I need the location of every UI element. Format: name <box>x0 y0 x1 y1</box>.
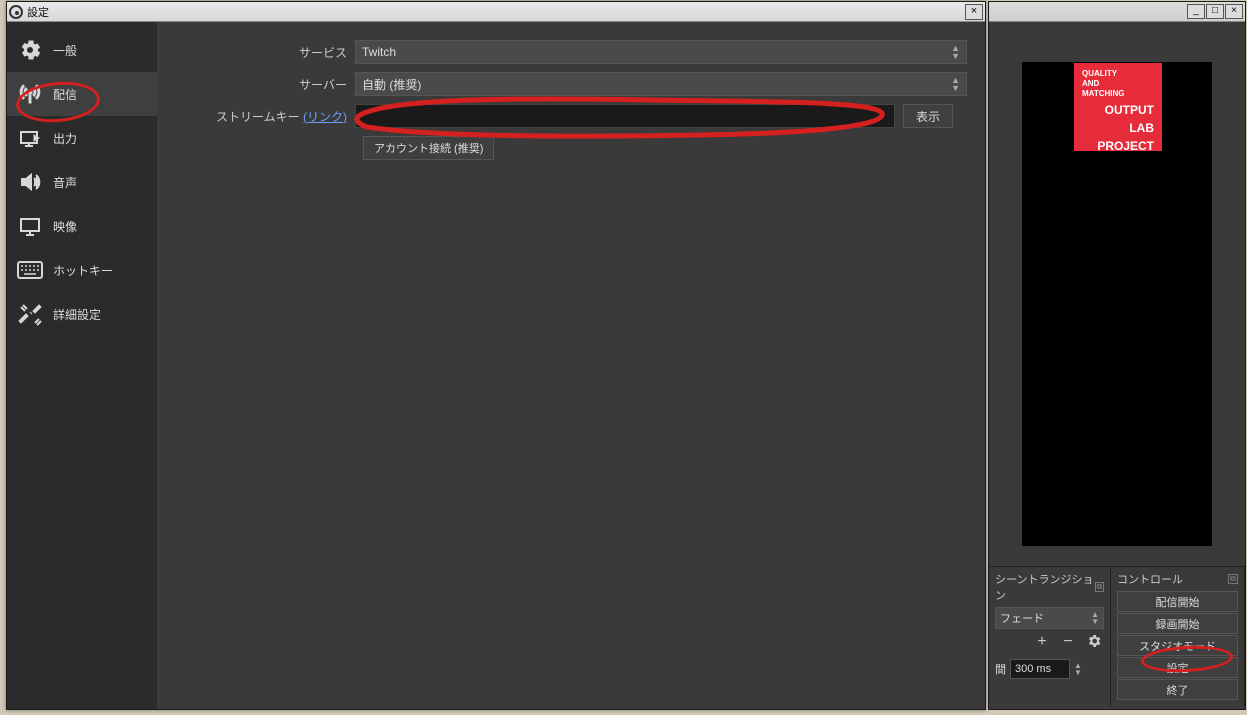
updown-icon: ▲▼ <box>1091 611 1099 625</box>
output-icon <box>17 125 43 151</box>
sidebar-item-label: 音声 <box>53 174 77 191</box>
sidebar-item-output[interactable]: 出力 <box>7 116 157 160</box>
settings-titlebar: 設定 × <box>7 2 985 22</box>
transition-type-select[interactable]: フェード ▲▼ <box>995 607 1104 629</box>
keyboard-icon <box>17 257 43 283</box>
remove-transition-button[interactable]: − <box>1058 633 1078 653</box>
sidebar-item-audio[interactable]: 音声 <box>7 160 157 204</box>
updown-icon: ▲▼ <box>951 76 960 92</box>
gear-icon <box>17 37 43 63</box>
minimize-button[interactable]: _ <box>1187 4 1205 19</box>
sidebar-item-stream[interactable]: 配信 <box>7 72 157 116</box>
tools-icon <box>17 301 43 327</box>
preview-source-logo: QUALITY AND MATCHING OUTPUT LAB PROJECT <box>1074 63 1162 151</box>
settings-button[interactable]: 設定 <box>1117 657 1238 678</box>
service-select[interactable]: Twitch ▲▼ <box>355 40 967 64</box>
preview-area: QUALITY AND MATCHING OUTPUT LAB PROJECT <box>989 22 1245 566</box>
connect-account-button[interactable]: アカウント接続 (推奨) <box>363 136 494 160</box>
panel-title: コントロール <box>1117 571 1183 587</box>
speaker-icon <box>17 169 43 195</box>
start-stream-button[interactable]: 配信開始 <box>1117 591 1238 612</box>
sidebar-item-label: 詳細設定 <box>53 306 101 323</box>
studio-mode-button[interactable]: スタジオモード <box>1117 635 1238 656</box>
show-streamkey-button[interactable]: 表示 <box>903 104 953 128</box>
sidebar-item-advanced[interactable]: 詳細設定 <box>7 292 157 336</box>
add-transition-button[interactable]: + <box>1032 633 1052 653</box>
panel-header-controls: コントロール ⧉ <box>1117 571 1238 587</box>
settings-dialog: 設定 × 一般 配信 出力 <box>6 1 986 710</box>
sidebar-item-label: 映像 <box>53 218 77 235</box>
sidebar-item-label: 出力 <box>53 130 77 147</box>
obs-logo-icon <box>9 5 23 19</box>
updown-icon: ▲▼ <box>951 44 960 60</box>
panel-controls: コントロール ⧉ 配信開始 録画開始 スタジオモード 設定 終了 <box>1111 567 1245 706</box>
sidebar-item-general[interactable]: 一般 <box>7 28 157 72</box>
bottom-panels: シーントランジション ⧉ フェード ▲▼ + − 間 ▲▼ コ <box>989 566 1245 706</box>
logo-big: LAB <box>1082 121 1154 135</box>
logo-line: QUALITY <box>1082 69 1154 79</box>
settings-window-title: 設定 <box>27 4 49 20</box>
sidebar-item-label: ホットキー <box>53 262 113 279</box>
transition-type-value: フェード <box>1000 610 1044 626</box>
panel-title: シーントランジション <box>995 571 1095 603</box>
settings-form-stream: サービス Twitch ▲▼ サーバー 自動 (推奨) ▲▼ ストリームキー (… <box>157 22 985 709</box>
server-label: サーバー <box>175 76 355 93</box>
start-record-button[interactable]: 録画開始 <box>1117 613 1238 634</box>
logo-big: OUTPUT <box>1082 103 1154 117</box>
streamkey-label-text: ストリームキー <box>216 110 300 124</box>
sidebar-item-label: 配信 <box>53 86 77 103</box>
stream-key-input[interactable] <box>355 104 895 128</box>
logo-line: AND <box>1082 79 1154 89</box>
logo-big: PROJECT <box>1082 139 1154 153</box>
updown-icon[interactable]: ▲▼ <box>1074 662 1082 676</box>
preview-canvas[interactable]: QUALITY AND MATCHING OUTPUT LAB PROJECT <box>1022 62 1212 546</box>
settings-close-button[interactable]: × <box>965 4 983 20</box>
main-titlebar: _ □ × <box>989 2 1245 22</box>
panel-transitions: シーントランジション ⧉ フェード ▲▼ + − 間 ▲▼ <box>989 567 1111 706</box>
obs-main-window: _ □ × QUALITY AND MATCHING OUTPUT LAB PR… <box>988 1 1246 710</box>
transition-settings-gear-icon[interactable] <box>1084 633 1104 653</box>
popout-icon[interactable]: ⧉ <box>1095 582 1104 592</box>
exit-button[interactable]: 終了 <box>1117 679 1238 700</box>
sidebar-item-label: 一般 <box>53 42 77 59</box>
service-value: Twitch <box>362 45 396 59</box>
service-label: サービス <box>175 44 355 61</box>
duration-label: 間 <box>995 661 1006 677</box>
server-select[interactable]: 自動 (推奨) ▲▼ <box>355 72 967 96</box>
panel-header-transitions: シーントランジション ⧉ <box>995 571 1104 603</box>
streamkey-label: ストリームキー (リンク) <box>175 108 355 125</box>
logo-line: MATCHING <box>1082 89 1154 99</box>
maximize-button[interactable]: □ <box>1206 4 1224 19</box>
transition-duration-input[interactable] <box>1010 659 1070 679</box>
sidebar-item-video[interactable]: 映像 <box>7 204 157 248</box>
server-value: 自動 (推奨) <box>362 76 421 93</box>
streamkey-link[interactable]: (リンク) <box>303 110 347 124</box>
sidebar-item-hotkeys[interactable]: ホットキー <box>7 248 157 292</box>
settings-sidebar: 一般 配信 出力 音声 <box>7 22 157 709</box>
monitor-icon <box>17 213 43 239</box>
close-button[interactable]: × <box>1225 4 1243 19</box>
popout-icon[interactable]: ⧉ <box>1228 574 1238 584</box>
broadcast-icon <box>17 81 43 107</box>
